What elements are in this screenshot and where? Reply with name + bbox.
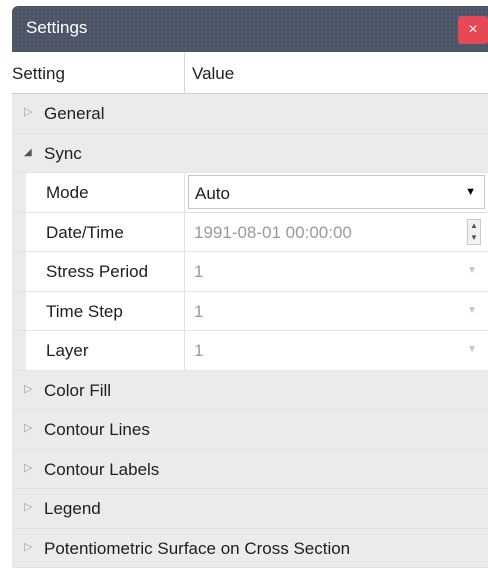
group-label: Contour Lines	[44, 420, 150, 439]
grid-header: Setting Value	[12, 52, 488, 94]
setting-column-header: Setting	[12, 64, 65, 83]
close-button[interactable]: ×	[458, 16, 488, 44]
row-gutter	[12, 331, 26, 370]
group-contour-labels[interactable]: ▷ Contour Labels	[12, 449, 488, 489]
chevron-down-icon[interactable]: ▼	[467, 344, 477, 355]
group-legend[interactable]: ▷ Legend	[12, 489, 488, 529]
expand-triangle-icon[interactable]: ▷	[24, 540, 32, 553]
stress-period-select[interactable]: 1 ▼	[188, 254, 485, 288]
stress-period-value: 1	[194, 262, 204, 281]
expand-triangle-icon[interactable]: ▷	[24, 461, 32, 474]
group-label: Color Fill	[44, 380, 112, 400]
property-label: Mode	[46, 183, 89, 202]
spin-up-icon[interactable]: ▲	[468, 220, 480, 232]
row-gutter	[12, 173, 26, 212]
group-label: Potentiometric Surface on Cross Section	[44, 538, 351, 558]
property-row-datetime: Date/Time 1991-08-01 00:00:00 ▲ ▼	[12, 212, 488, 252]
property-row-layer: Layer 1 ▼	[12, 331, 488, 371]
expand-triangle-icon[interactable]: ▷	[24, 421, 32, 434]
group-sync[interactable]: ◢ Sync	[12, 133, 488, 173]
window-titlebar: Settings ×	[12, 6, 488, 52]
spin-down-icon[interactable]: ▼	[468, 232, 480, 244]
collapse-triangle-icon[interactable]: ◢	[24, 147, 32, 158]
expand-triangle-icon[interactable]: ▷	[24, 105, 32, 118]
layer-select[interactable]: 1 ▼	[188, 333, 485, 367]
property-row-mode: Mode Auto ▼	[12, 173, 488, 213]
property-row-time-step: Time Step 1 ▼	[12, 291, 488, 331]
property-label: Layer	[46, 341, 89, 360]
property-label: Time Step	[46, 301, 123, 321]
row-gutter	[12, 212, 26, 251]
group-label: General	[44, 104, 105, 123]
group-potentiometric-surface[interactable]: ▷ Potentiometric Surface on Cross Sectio…	[12, 528, 488, 568]
group-label: Sync	[44, 143, 82, 163]
datetime-field[interactable]: 1991-08-01 00:00:00 ▲ ▼	[188, 215, 485, 249]
expand-triangle-icon[interactable]: ▷	[24, 382, 32, 395]
expand-triangle-icon[interactable]: ▷	[24, 500, 32, 513]
group-label: Legend	[44, 499, 101, 518]
property-row-stress-period: Stress Period 1 ▼	[12, 252, 488, 292]
datetime-value: 1991-08-01 00:00:00	[194, 222, 352, 242]
column-divider[interactable]	[184, 52, 185, 94]
row-gutter	[12, 252, 26, 291]
layer-value: 1	[194, 341, 204, 360]
property-label: Date/Time	[46, 222, 124, 242]
chevron-down-icon[interactable]: ▼	[467, 305, 477, 316]
window-title: Settings	[26, 18, 88, 37]
row-gutter	[12, 291, 26, 330]
spinner-arrows-icon[interactable]: ▲ ▼	[467, 218, 481, 245]
group-contour-lines[interactable]: ▷ Contour Lines	[12, 410, 488, 450]
group-general[interactable]: ▷ General	[12, 94, 488, 134]
property-grid: Setting Value ▷ General ◢ Sync Mode Auto…	[12, 52, 488, 568]
value-column-header: Value	[192, 64, 235, 83]
group-label: Contour Labels	[44, 459, 160, 479]
time-step-select[interactable]: 1 ▼	[188, 294, 485, 328]
chevron-down-icon[interactable]: ▼	[467, 265, 477, 276]
property-label: Stress Period	[46, 262, 149, 281]
chevron-down-icon[interactable]: ▼	[465, 186, 476, 198]
group-color-fill[interactable]: ▷ Color Fill	[12, 370, 488, 410]
close-icon: ×	[468, 21, 478, 38]
mode-select[interactable]: Auto ▼	[188, 175, 485, 209]
time-step-value: 1	[194, 301, 204, 321]
mode-value: Auto	[195, 184, 230, 203]
